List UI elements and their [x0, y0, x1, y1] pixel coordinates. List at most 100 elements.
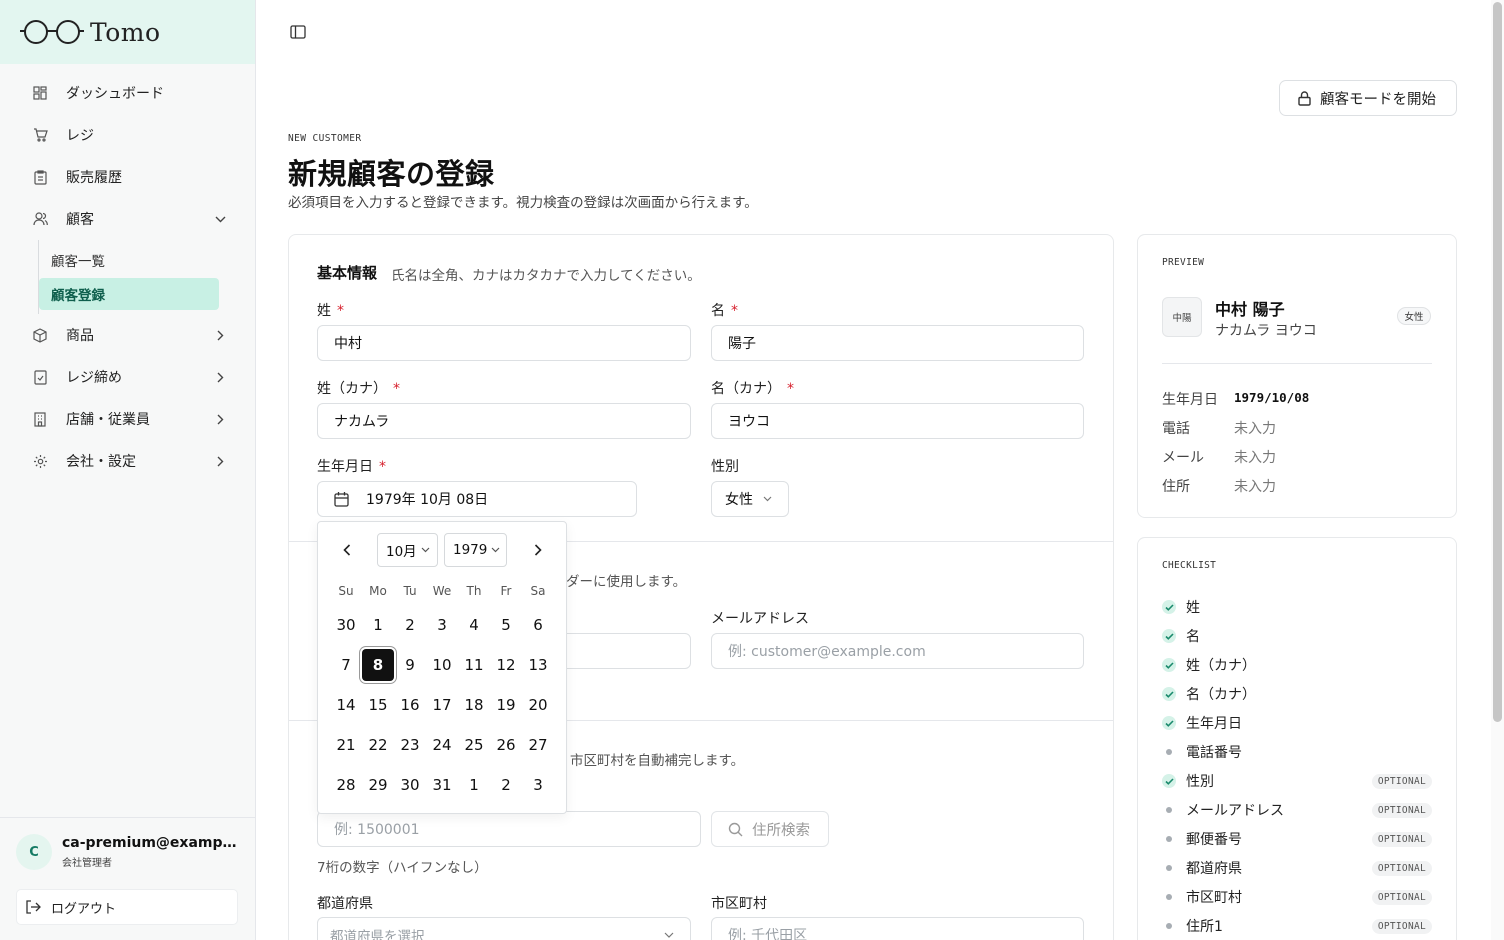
sidebar-toggle-icon	[290, 25, 306, 39]
calendar-day[interactable]: 16	[394, 685, 426, 725]
calendar-day[interactable]: 14	[330, 685, 362, 725]
date-picker-popover: 10月 1979 Su Mo Tu We Th Fr Sa 30 1 2 3 4 5 6 7 8 9 10 11 1…	[317, 521, 567, 814]
calendar-day[interactable]: 1	[362, 605, 394, 645]
gender-label: 性別	[711, 459, 739, 475]
sidebar-item-products[interactable]: 商品	[0, 314, 255, 356]
day-number: 3	[533, 776, 543, 794]
day-number: 16	[400, 696, 420, 714]
sidebar-subitem-customer-register[interactable]: 顧客登録	[39, 278, 219, 310]
calendar-day[interactable]: 9	[394, 645, 426, 685]
calendar-day[interactable]: 22	[362, 725, 394, 765]
next-month-button[interactable]	[526, 533, 550, 567]
calendar-day[interactable]: 13	[522, 645, 554, 685]
birth-date-picker[interactable]: 1979年 10月 08日	[317, 481, 637, 517]
sidebar-subitem-customer-list[interactable]: 顧客一覧	[39, 244, 219, 276]
prev-month-button[interactable]	[335, 533, 359, 567]
sidebar-item-register[interactable]: レジ	[0, 114, 255, 156]
calendar-day[interactable]: 19	[490, 685, 522, 725]
check-icon	[1162, 687, 1176, 701]
month-value: 10月	[386, 544, 417, 560]
optional-badge: OPTIONAL	[1371, 918, 1432, 934]
day-number: 2	[501, 776, 511, 794]
dot-icon	[1162, 832, 1176, 846]
gender-select[interactable]: 女性	[711, 481, 789, 517]
calendar-day[interactable]: 29	[362, 765, 394, 805]
weekday-label: Tu	[403, 584, 417, 598]
month-select[interactable]: 10月	[377, 533, 438, 567]
sidebar-item-stores-staff[interactable]: 店舗・従業員	[0, 398, 255, 440]
year-select[interactable]: 1979	[444, 533, 507, 567]
calendar-day[interactable]: 20	[522, 685, 554, 725]
calendar-day[interactable]: 21	[330, 725, 362, 765]
calendar-day[interactable]: 7	[330, 645, 362, 685]
calendar-day[interactable]: 2	[490, 765, 522, 805]
check-icon	[1162, 629, 1176, 643]
address-search-button[interactable]: 住所検索	[711, 811, 829, 847]
prefecture-select[interactable]: 都道府県を選択	[317, 917, 691, 940]
preview-title: PREVIEW	[1162, 257, 1205, 268]
sidebar-item-sales-history[interactable]: 販売履歴	[0, 156, 255, 198]
calendar-day[interactable]: 10	[426, 645, 458, 685]
calendar-day[interactable]: 30	[330, 605, 362, 645]
last-kana-input[interactable]: ナカムラ	[317, 403, 691, 439]
customer-mode-button[interactable]: 顧客モードを開始	[1279, 80, 1457, 116]
checklist-label: 生年月日	[1186, 716, 1242, 732]
calendar-day-selected[interactable]: 8	[362, 645, 394, 685]
day-number: 30	[336, 616, 356, 634]
calendar-day[interactable]: 30	[394, 765, 426, 805]
required-mark: *	[393, 381, 400, 397]
section-title-basic: 基本情報	[317, 264, 378, 282]
calendar-day[interactable]: 26	[490, 725, 522, 765]
logo[interactable]: Tomo	[0, 0, 255, 64]
sidebar-item-customers[interactable]: 顧客	[0, 198, 255, 240]
checklist-label: メールアドレス	[1186, 803, 1284, 819]
preview-value: 未入力	[1234, 421, 1276, 437]
calendar-day[interactable]: 1	[458, 765, 490, 805]
calendar-day[interactable]: 15	[362, 685, 394, 725]
city-input[interactable]: 例: 千代田区	[711, 917, 1084, 940]
chevron-down-icon	[421, 547, 430, 553]
zip-input[interactable]: 例: 1500001	[317, 811, 701, 847]
calendar-day[interactable]: 12	[490, 645, 522, 685]
gear-icon	[32, 453, 48, 469]
calendar-day[interactable]: 31	[426, 765, 458, 805]
calendar-day[interactable]: 25	[458, 725, 490, 765]
label-text: 名（カナ）	[711, 381, 781, 397]
calendar-day[interactable]: 18	[458, 685, 490, 725]
first-kana-input[interactable]: ヨウコ	[711, 403, 1084, 439]
checklist-label: 名（カナ）	[1186, 687, 1256, 703]
calendar-day[interactable]: 27	[522, 725, 554, 765]
users-icon	[32, 211, 48, 227]
day-number: 28	[336, 776, 356, 794]
last-name-input[interactable]: 中村	[317, 325, 691, 361]
sidebar-item-dashboard[interactable]: ダッシュボード	[0, 72, 255, 114]
calendar-day[interactable]: 2	[394, 605, 426, 645]
scrollbar-thumb[interactable]	[1493, 2, 1502, 722]
building-icon	[32, 411, 48, 427]
calendar-day[interactable]: 23	[394, 725, 426, 765]
calendar-day[interactable]: 24	[426, 725, 458, 765]
email-input[interactable]: 例: customer@example.com	[711, 633, 1084, 669]
check-icon	[1162, 774, 1176, 788]
logout-button[interactable]: ログアウト	[16, 889, 238, 925]
first-name-input[interactable]: 陽子	[711, 325, 1084, 361]
preview-kana: ナカムラ ヨウコ	[1215, 323, 1317, 339]
user-info[interactable]: C ca-premium@example.com 会社管理者	[0, 818, 255, 870]
calendar-day[interactable]: 6	[522, 605, 554, 645]
check-icon	[1162, 716, 1176, 730]
calendar-day[interactable]: 3	[426, 605, 458, 645]
day-number: 2	[405, 616, 415, 634]
calendar-day[interactable]: 4	[458, 605, 490, 645]
section-hint-contact: ダーに使用します。	[566, 574, 687, 590]
calendar-day[interactable]: 11	[458, 645, 490, 685]
calendar-day[interactable]: 17	[426, 685, 458, 725]
birth-date-label: 生年月日 *	[317, 456, 386, 476]
sidebar-item-register-close[interactable]: レジ締め	[0, 356, 255, 398]
calendar-day[interactable]: 5	[490, 605, 522, 645]
sidebar-item-company-settings[interactable]: 会社・設定	[0, 440, 255, 482]
calendar-day[interactable]: 28	[330, 765, 362, 805]
sidebar-toggle-button[interactable]	[289, 23, 307, 41]
calendar-day[interactable]: 3	[522, 765, 554, 805]
chevron-right-icon	[213, 454, 227, 468]
day-number: 19	[496, 696, 516, 714]
